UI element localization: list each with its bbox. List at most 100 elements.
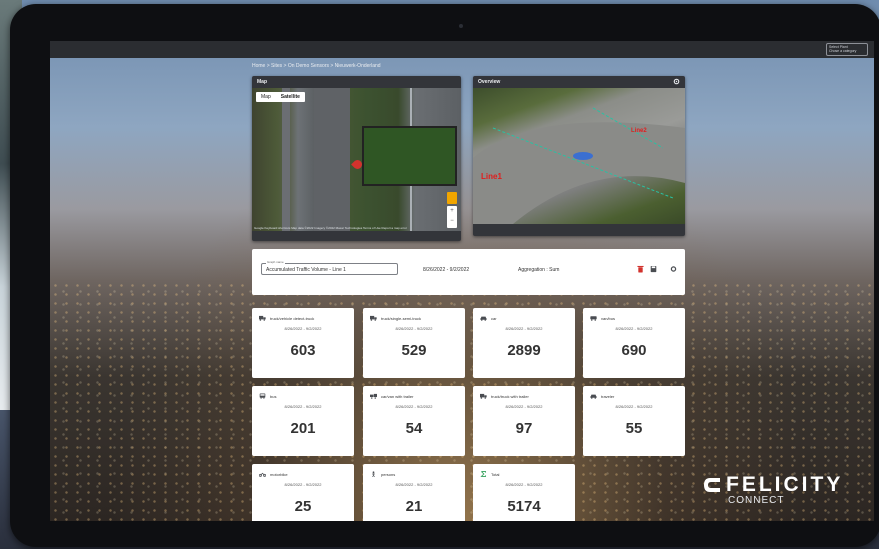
- zoom-out-icon[interactable]: −: [447, 216, 457, 226]
- map-field: [362, 126, 457, 186]
- card-date-range: 8/26/2022 - 9/2/2022: [615, 326, 653, 331]
- trailer-icon: [370, 393, 377, 399]
- card-header: Total: [480, 470, 499, 478]
- save-icon[interactable]: [650, 265, 657, 273]
- felicity-logo: FELICITY CONNECT: [702, 473, 843, 506]
- stat-card[interactable]: persons 8/26/2022 - 9/2/2022 21: [363, 464, 465, 521]
- map-panel: Map + − Google Keyboard shortcuts Map da…: [252, 76, 461, 241]
- card-title: van/bus: [601, 315, 616, 321]
- graph-toolbar: Graph name Accumulated Traffic Volume - …: [252, 249, 685, 295]
- card-date-range: 8/26/2022 - 9/2/2022: [284, 482, 322, 487]
- truck-icon: [259, 315, 266, 321]
- card-value: 54: [405, 420, 423, 437]
- map-type-tabs: Map Satellite: [256, 92, 305, 102]
- card-title: truck/vehicle detect-truck: [270, 315, 315, 321]
- tab-map[interactable]: Map: [256, 92, 276, 102]
- stat-card[interactable]: truck/vehicle detect-truck 8/26/2022 - 9…: [252, 308, 354, 378]
- map-road: [282, 88, 290, 231]
- card-header: car/van with trailer: [370, 392, 413, 400]
- car-icon: [590, 394, 597, 399]
- card-value: 55: [625, 420, 643, 437]
- card-date-range: 8/26/2022 - 9/2/2022: [284, 404, 322, 409]
- plant-select-value: Chose a category: [829, 49, 857, 53]
- card-header: car: [480, 314, 497, 322]
- tablet-frame: Select Plant Chose a category Home > Sit…: [10, 4, 879, 547]
- card-value: 25: [294, 498, 312, 515]
- card-header: van/bus: [590, 314, 615, 322]
- card-header: traveler: [590, 392, 614, 400]
- stat-card[interactable]: car 8/26/2022 - 9/2/2022 2899: [473, 308, 575, 378]
- street-view-icon[interactable]: [447, 192, 457, 204]
- camera-scene-graphics: [473, 107, 685, 224]
- delete-icon[interactable]: [637, 265, 644, 273]
- camera-icon: [459, 24, 463, 28]
- card-value: 529: [401, 342, 427, 359]
- camera-overview-image: Line1 Line2: [473, 88, 685, 224]
- graph-select-value: Accumulated Traffic Volume - Line 1: [266, 267, 346, 273]
- felicity-logo-icon: [704, 478, 720, 492]
- plant-select[interactable]: Select Plant Chose a category: [826, 43, 868, 56]
- card-header: truck/truck with trailer: [480, 392, 529, 400]
- card-title: truck/single-semi-truck: [381, 315, 422, 321]
- top-bar: Select Plant Chose a category: [50, 41, 874, 58]
- card-title: car/van with trailer: [381, 393, 414, 399]
- map-panel-title: Map: [257, 79, 267, 85]
- card-value: 21: [405, 498, 423, 515]
- card-value: 97: [515, 420, 533, 437]
- map-road: [314, 88, 350, 231]
- zoom-control[interactable]: + −: [447, 206, 457, 228]
- card-title: Total: [491, 471, 500, 477]
- overview-panel-title: Overview: [473, 76, 685, 88]
- card-date-range: 8/26/2022 - 9/2/2022: [395, 326, 433, 331]
- graph-select-label: Graph name: [266, 260, 285, 264]
- card-date-range: 8/26/2022 - 9/2/2022: [505, 482, 543, 487]
- card-title: persons: [381, 471, 396, 477]
- bus-icon: [259, 393, 266, 399]
- card-title: bus: [270, 393, 277, 399]
- breadcrumb[interactable]: Home > Sites > On Demo Sensors > Nieuwer…: [252, 63, 381, 69]
- card-date-range: 8/26/2022 - 9/2/2022: [284, 326, 322, 331]
- stat-card[interactable]: car/van with trailer 8/26/2022 - 9/2/202…: [363, 386, 465, 456]
- line2-label: Line2: [631, 128, 647, 134]
- motorbike-icon: [259, 472, 266, 477]
- stat-card[interactable]: truck/truck with trailer 8/26/2022 - 9/2…: [473, 386, 575, 456]
- card-header: truck/single-semi-truck: [370, 314, 421, 322]
- card-title: truck/truck with trailer: [491, 393, 529, 399]
- brand-name: FELICITY: [726, 473, 844, 496]
- line1-label: Line1: [481, 172, 502, 181]
- card-header: persons: [370, 470, 395, 478]
- stat-card[interactable]: bus 8/26/2022 - 9/2/2022 201: [252, 386, 354, 456]
- card-value: 603: [290, 342, 316, 359]
- stat-card[interactable]: truck/single-semi-truck 8/26/2022 - 9/2/…: [363, 308, 465, 378]
- card-date-range: 8/26/2022 - 9/2/2022: [615, 404, 653, 409]
- stat-card[interactable]: motorbike 8/26/2022 - 9/2/2022 25: [252, 464, 354, 521]
- graph-select[interactable]: Graph name Accumulated Traffic Volume - …: [261, 260, 398, 275]
- stat-card-total[interactable]: Total 8/26/2022 - 9/2/2022 5174: [473, 464, 575, 521]
- app-screen: Select Plant Chose a category Home > Sit…: [50, 41, 874, 521]
- card-header: bus: [259, 392, 276, 400]
- aggregation-select[interactable]: Aggregation : Sum: [518, 267, 559, 273]
- card-value: 690: [621, 342, 647, 359]
- truck-icon: [480, 393, 487, 399]
- card-title: car: [491, 315, 497, 321]
- sum-icon: [480, 471, 487, 477]
- stat-card[interactable]: van/bus 8/26/2022 - 9/2/2022 690: [583, 308, 685, 378]
- detected-object: [573, 152, 593, 160]
- card-value: 2899: [507, 342, 541, 359]
- satellite-map[interactable]: + − Google Keyboard shortcuts Map data ©…: [252, 88, 461, 231]
- card-title: motorbike: [270, 471, 288, 477]
- date-range[interactable]: 8/26/2022 - 9/2/2022: [423, 267, 469, 273]
- stat-card[interactable]: traveler 8/26/2022 - 9/2/2022 55: [583, 386, 685, 456]
- road-surface: [473, 122, 685, 224]
- zoom-in-icon[interactable]: +: [447, 206, 457, 216]
- settings-icon[interactable]: [670, 265, 677, 273]
- person-icon: [372, 471, 375, 477]
- card-date-range: 8/26/2022 - 9/2/2022: [395, 404, 433, 409]
- card-header: motorbike: [259, 470, 288, 478]
- tab-satellite[interactable]: Satellite: [276, 92, 305, 102]
- overview-panel: Overview Line1 Line2: [473, 76, 685, 236]
- card-title: traveler: [601, 393, 615, 399]
- overview-title: Overview: [478, 79, 501, 85]
- gear-icon[interactable]: [673, 78, 680, 85]
- card-date-range: 8/26/2022 - 9/2/2022: [395, 482, 433, 487]
